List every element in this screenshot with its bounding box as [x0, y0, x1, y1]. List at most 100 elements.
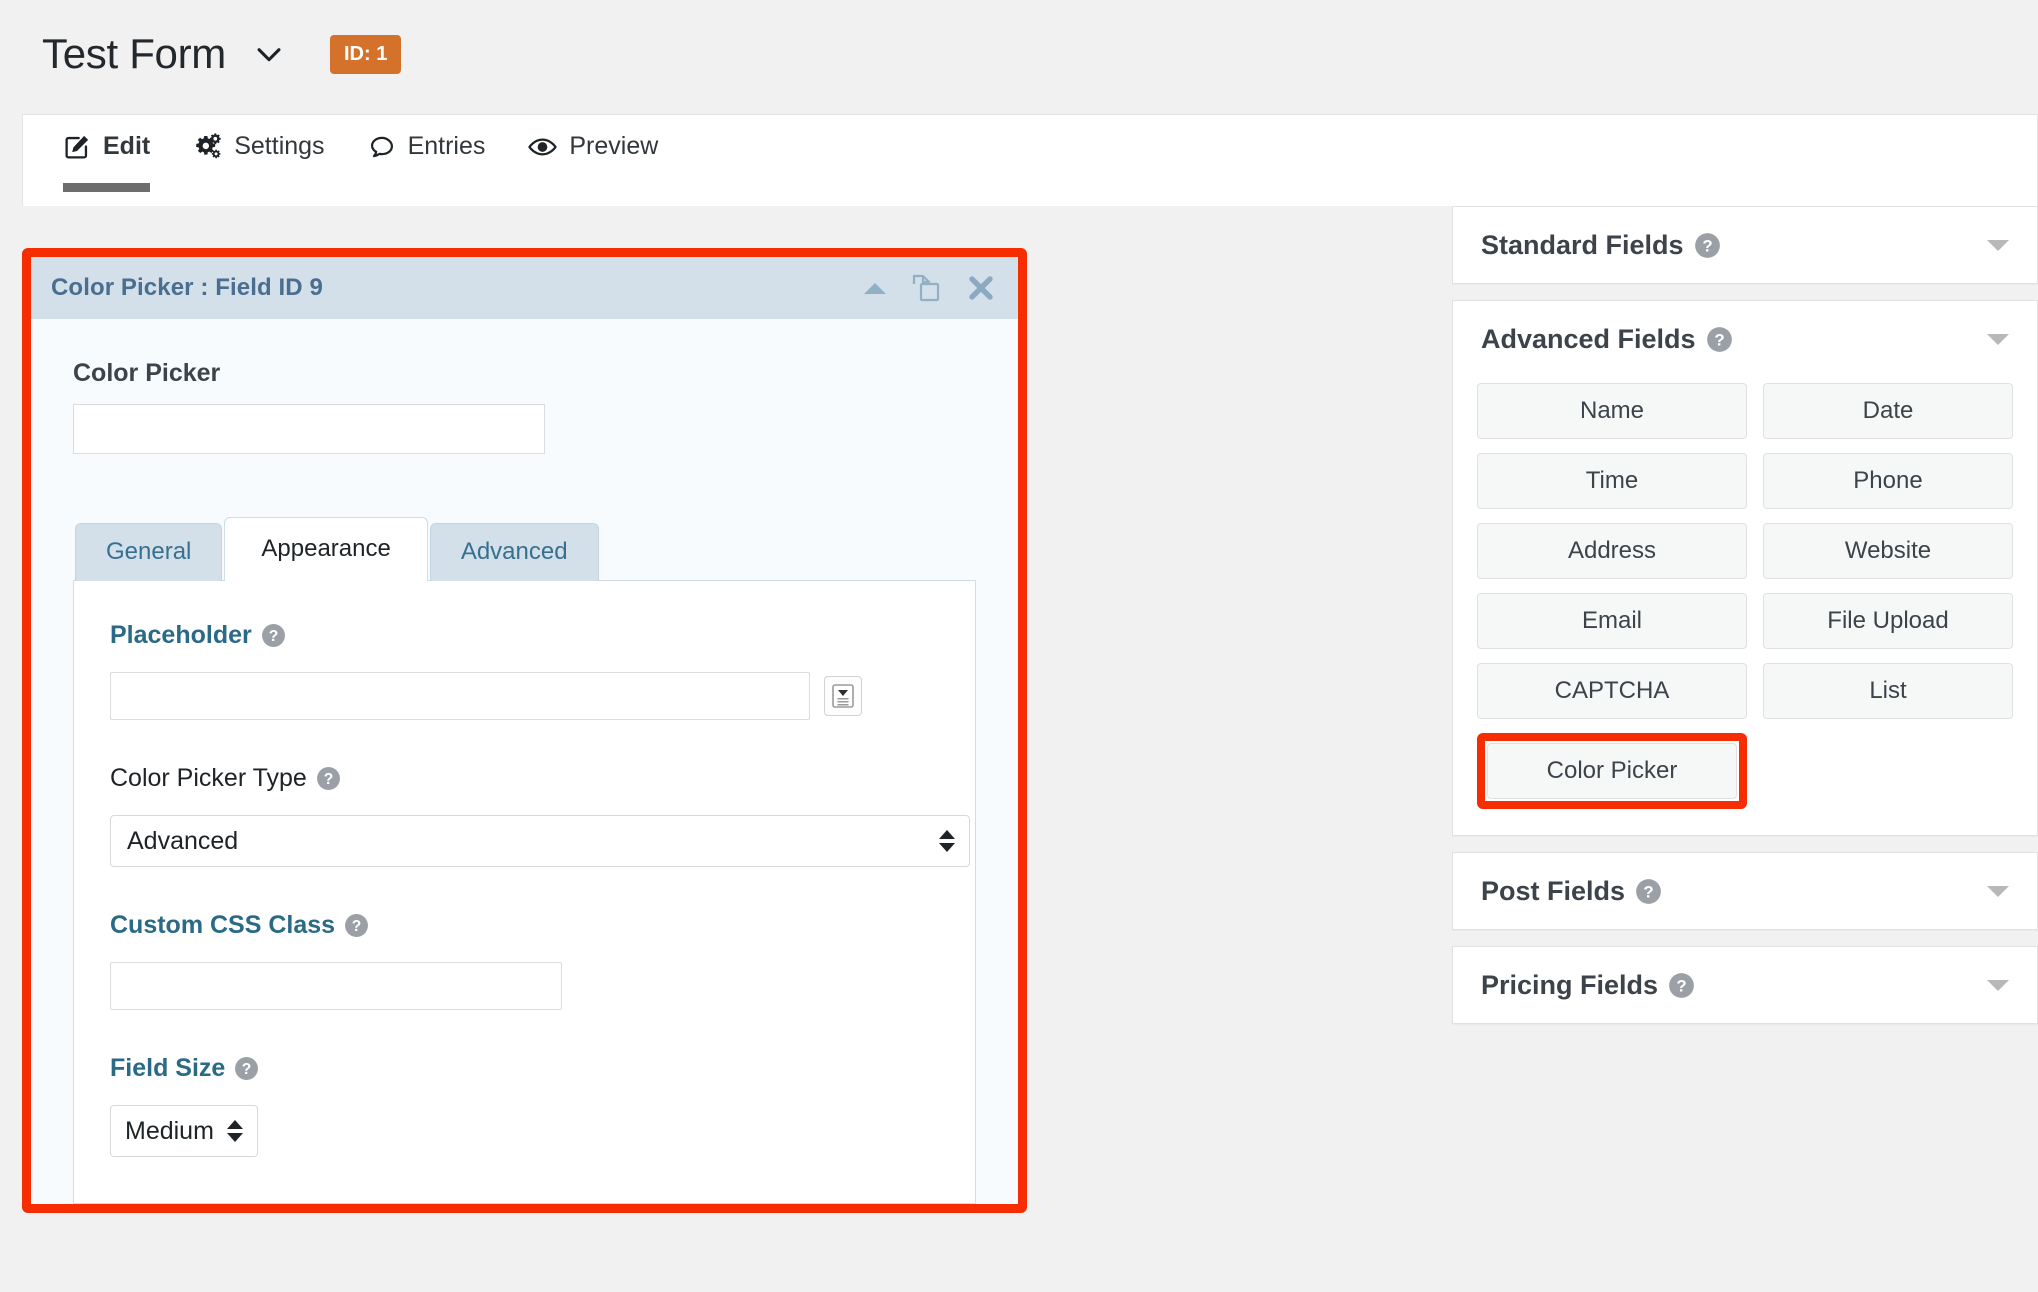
panel-standard-fields: Standard Fields ?	[1452, 206, 2038, 284]
close-icon[interactable]	[966, 273, 996, 303]
panel-post-fields-header[interactable]: Post Fields ?	[1453, 853, 2037, 929]
tab-edit-label: Edit	[103, 132, 151, 160]
color-picker-type-label: Color Picker Type	[110, 764, 307, 792]
field-button-captcha[interactable]: CAPTCHA	[1477, 663, 1747, 719]
field-size-value: Medium	[125, 1116, 214, 1145]
tab-appearance[interactable]: Appearance	[224, 517, 428, 581]
tab-entries[interactable]: Entries	[367, 115, 486, 206]
tab-settings-label: Settings	[234, 132, 325, 160]
field-button-email[interactable]: Email	[1477, 593, 1747, 649]
page-title: Test Form	[42, 30, 226, 77]
advanced-fields-button-grid: Name Date Time Phone Address Website Ema…	[1477, 383, 2013, 809]
field-button-list[interactable]: List	[1763, 663, 2013, 719]
panel-advanced-fields-body: Name Date Time Phone Address Website Ema…	[1453, 377, 2037, 835]
custom-css-class-label: Custom CSS Class	[110, 911, 336, 939]
chevron-down-icon[interactable]	[1985, 237, 2011, 253]
help-circle-icon[interactable]: ?	[316, 766, 341, 791]
panel-pricing-fields-title: Pricing Fields	[1481, 969, 1659, 1000]
tab-edit[interactable]: Edit	[63, 115, 151, 206]
tab-general[interactable]: General	[75, 523, 223, 581]
placeholder-label-row: Placeholder ?	[110, 621, 939, 650]
color-picker-type-select[interactable]: Advanced	[110, 815, 970, 867]
field-button-address[interactable]: Address	[1477, 523, 1747, 579]
edit-pencil-icon	[63, 132, 92, 189]
duplicate-icon[interactable]	[910, 272, 944, 304]
field-settings-tabs: General Appearance Advanced	[73, 516, 976, 581]
form-editor-page: Test Form ID: 1 Edit Settings Entries Pr…	[0, 0, 2038, 1292]
svg-text:?: ?	[1676, 976, 1686, 995]
panel-standard-fields-title: Standard Fields	[1481, 229, 1684, 260]
chevron-down-icon[interactable]	[1985, 331, 2011, 347]
help-circle-icon[interactable]: ?	[1706, 326, 1733, 353]
field-library-sidebar: Standard Fields ? Advanced Fields ? Name…	[1452, 206, 2038, 1040]
panel-standard-fields-header[interactable]: Standard Fields ?	[1453, 207, 2037, 283]
gears-icon	[192, 132, 223, 189]
svg-text:?: ?	[1702, 236, 1712, 255]
field-button-name[interactable]: Name	[1477, 383, 1747, 439]
panel-advanced-fields: Advanced Fields ? Name Date Time Phone A…	[1452, 300, 2038, 836]
custom-css-class-label-row: Custom CSS Class ?	[110, 911, 939, 940]
color-picker-button-highlight: Color Picker	[1477, 733, 1747, 809]
field-button-color-picker[interactable]: Color Picker	[1487, 743, 1737, 799]
collapse-caret-icon[interactable]	[862, 280, 888, 296]
field-preview-label: Color Picker	[73, 359, 221, 387]
svg-text:?: ?	[1714, 330, 1724, 349]
svg-text:?: ?	[324, 771, 334, 788]
panel-post-fields: Post Fields ?	[1452, 852, 2038, 930]
field-button-website[interactable]: Website	[1763, 523, 2013, 579]
help-circle-icon[interactable]: ?	[1635, 878, 1662, 905]
tab-preview[interactable]: Preview	[527, 115, 658, 206]
tab-entries-label: Entries	[407, 132, 486, 160]
help-circle-icon[interactable]: ?	[1668, 972, 1695, 999]
field-panel-header: Color Picker : Field ID 9	[31, 257, 1018, 319]
help-circle-icon[interactable]: ?	[261, 623, 286, 648]
svg-text:?: ?	[352, 918, 362, 935]
placeholder-input[interactable]	[110, 672, 810, 720]
svg-text:?: ?	[242, 1061, 252, 1078]
color-picker-type-value: Advanced	[127, 826, 239, 855]
form-id-badge: ID: 1	[329, 34, 402, 74]
field-button-date[interactable]: Date	[1763, 383, 2013, 439]
tab-preview-label: Preview	[569, 132, 659, 160]
merge-tag-icon[interactable]	[824, 676, 862, 716]
tab-settings[interactable]: Settings	[192, 115, 325, 206]
field-size-label: Field Size	[110, 1054, 226, 1082]
panel-advanced-fields-header[interactable]: Advanced Fields ?	[1453, 301, 2037, 377]
field-settings-panel: Color Picker : Field ID 9 Color Picker G…	[31, 257, 1018, 1204]
help-circle-icon[interactable]: ?	[1694, 232, 1721, 259]
select-stepper-arrows-icon	[939, 830, 955, 852]
help-circle-icon[interactable]: ?	[344, 913, 369, 938]
custom-css-class-input[interactable]	[110, 962, 562, 1010]
form-header: Test Form ID: 1	[0, 0, 2038, 112]
field-button-phone[interactable]: Phone	[1763, 453, 2013, 509]
tab-advanced[interactable]: Advanced	[429, 523, 599, 581]
setting-custom-css-class: Custom CSS Class ?	[110, 911, 939, 1010]
chevron-down-icon[interactable]	[252, 37, 286, 71]
panel-post-fields-title: Post Fields	[1481, 875, 1626, 906]
selected-field-highlight: Color Picker : Field ID 9 Color Picker G…	[22, 248, 1027, 1213]
field-body: Color Picker General Appearance Advanced…	[31, 319, 1018, 1204]
select-stepper-arrows-icon	[227, 1120, 243, 1142]
setting-placeholder: Placeholder ?	[110, 621, 939, 720]
field-size-select[interactable]: Medium	[110, 1105, 258, 1157]
panel-advanced-fields-title: Advanced Fields	[1481, 323, 1696, 354]
field-button-file-upload[interactable]: File Upload	[1763, 593, 2013, 649]
svg-text:?: ?	[268, 628, 278, 645]
help-circle-icon[interactable]: ?	[234, 1056, 259, 1081]
setting-field-size: Field Size ? Medium	[110, 1054, 939, 1157]
chevron-down-icon[interactable]	[1985, 883, 2011, 899]
panel-pricing-fields-header[interactable]: Pricing Fields ?	[1453, 947, 2037, 1023]
field-panel-header-icons	[862, 272, 996, 304]
panel-pricing-fields: Pricing Fields ?	[1452, 946, 2038, 1024]
chevron-down-icon[interactable]	[1985, 977, 2011, 993]
field-preview-input[interactable]	[73, 404, 545, 454]
placeholder-input-row	[110, 672, 939, 720]
field-button-time[interactable]: Time	[1477, 453, 1747, 509]
field-size-label-row: Field Size ?	[110, 1054, 939, 1083]
placeholder-label: Placeholder	[110, 621, 252, 649]
form-nav-tabbar: Edit Settings Entries Preview	[22, 114, 2038, 206]
setting-color-picker-type: Color Picker Type ? Advanced	[110, 764, 970, 867]
svg-text:?: ?	[1643, 882, 1653, 901]
speech-bubble-icon	[367, 133, 397, 189]
appearance-settings-content: Placeholder ? Color Picker Type ? Advanc…	[73, 580, 976, 1204]
